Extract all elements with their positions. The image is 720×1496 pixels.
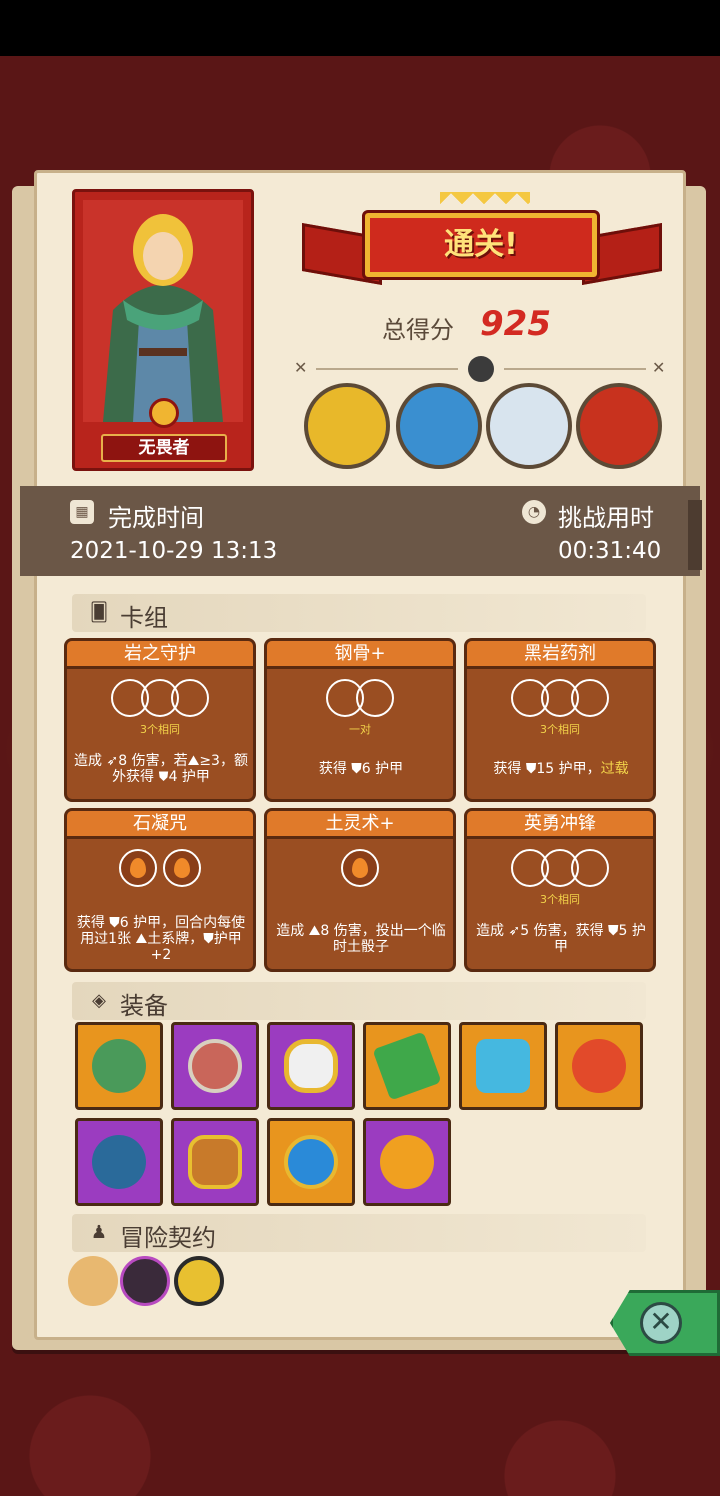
score-label: 总得分 — [382, 316, 454, 344]
card-condition: 一对 — [349, 723, 371, 736]
card-title: 石凝咒 — [67, 811, 253, 839]
complete-time-value: 2021-10-29 13:13 — [70, 538, 278, 564]
box-icon: ◈ — [92, 990, 106, 1011]
divider-left — [316, 368, 458, 370]
dice-slots — [67, 679, 253, 719]
dice-slots — [267, 679, 453, 719]
deck-card[interactable]: 英勇冲锋 3个相同 造成 ➶5 伤害，获得 ⛊5 护甲 — [464, 808, 656, 972]
card-description: 获得 ⛊15 护甲，过载 — [473, 761, 649, 777]
hero-portrait — [83, 200, 243, 422]
card-description-main: 获得 ⛊15 护甲， — [493, 761, 601, 777]
card-description: 获得 ⛊6 护甲 — [318, 761, 404, 777]
campfire-icon[interactable] — [120, 1256, 170, 1306]
card-description: 造成 ⛰8 伤害，投出一个临时土骰子 — [276, 923, 446, 955]
cards-icon: 🂠 — [89, 602, 109, 623]
equipment-slot[interactable] — [267, 1118, 355, 1206]
card-condition: 3个相同 — [140, 723, 180, 736]
dice-slots — [467, 849, 653, 889]
status-bar — [0, 0, 720, 56]
calendar-icon: ▦ — [70, 500, 94, 524]
card-condition: 3个相同 — [540, 723, 580, 736]
deck-card[interactable]: 黑岩药剂 3个相同 获得 ⛊15 护甲，过载 — [464, 638, 656, 802]
card-title: 英勇冲锋 — [467, 811, 653, 839]
time-bar-edge — [688, 500, 702, 570]
card-title: 岩之守护 — [67, 641, 253, 669]
ice-crest-icon — [476, 1039, 530, 1093]
dice-slots — [467, 679, 653, 719]
hero-art-icon — [103, 214, 223, 422]
crossed-swords-icon: ✕ — [294, 358, 308, 377]
mask-helm-icon — [92, 1135, 146, 1189]
equipment-slot[interactable] — [459, 1022, 547, 1110]
equipment-slot[interactable] — [171, 1022, 259, 1110]
fire-gem-icon — [380, 1135, 434, 1189]
boss-portrait-beast[interactable] — [486, 383, 572, 469]
boss-portrait-king[interactable] — [396, 383, 482, 469]
round-shield-icon — [188, 1039, 242, 1093]
victory-banner: 通关! — [362, 210, 600, 280]
card-title: 土灵术+ — [267, 811, 453, 839]
close-button[interactable]: ✕ — [640, 1302, 682, 1344]
deck-title: 卡组 — [120, 604, 168, 632]
card-title: 黑岩药剂 — [467, 641, 653, 669]
contract-icon: ♟ — [90, 1222, 108, 1243]
close-icon: ✕ — [649, 1305, 673, 1338]
equipment-slot[interactable] — [555, 1022, 643, 1110]
moss-stone-icon — [372, 1031, 442, 1101]
turtle-shell-icon — [92, 1039, 146, 1093]
crossed-swords-icon: ✕ — [652, 358, 666, 377]
meat-leg-icon — [572, 1039, 626, 1093]
dice-slots — [267, 849, 453, 889]
challenge-time-value: 00:31:40 — [558, 538, 662, 564]
deck-card[interactable]: 岩之守护 3个相同 造成 ➶8 伤害，若⛰≥3，额外获得 ⛊4 护甲 — [64, 638, 256, 802]
card-description: 造成 ➶8 伤害，若⛰≥3，额外获得 ⛊4 护甲 — [74, 753, 248, 785]
contracts-section-header: ♟ 冒险契约 — [72, 1214, 646, 1252]
deck-card[interactable]: 钢骨+ 一对 获得 ⛊6 护甲 — [264, 638, 456, 802]
boss-portrait-wizard[interactable] — [304, 383, 390, 469]
overload-keyword: 过载 — [600, 761, 629, 777]
divider-right — [504, 368, 646, 370]
card-title: 钢骨+ — [267, 641, 453, 669]
deck-section-header: 🂠 卡组 — [72, 594, 646, 632]
equipment-slot[interactable] — [363, 1118, 451, 1206]
hero-name: 无畏者 — [101, 434, 227, 462]
stopwatch-icon: ◔ — [522, 500, 546, 524]
deck-card[interactable]: 土灵术+ 造成 ⛰8 伤害，投出一个临时土骰子 — [264, 808, 456, 972]
complete-time-label: 完成时间 — [108, 504, 204, 532]
card-condition: 3个相同 — [540, 893, 580, 906]
equipment-section-header: ◈ 装备 — [72, 982, 646, 1020]
deck-card[interactable]: 石凝咒 获得 ⛊6 护甲，回合内每使用过1张 ⛰土系牌，⛊护甲+2 — [64, 808, 256, 972]
rune-amulet-icon — [188, 1135, 242, 1189]
mirror-icon — [284, 1039, 338, 1093]
water-orb-icon — [284, 1135, 338, 1189]
boss-portrait-demon[interactable] — [576, 383, 662, 469]
boss-skull-icon — [468, 356, 494, 382]
equipment-slot[interactable] — [75, 1118, 163, 1206]
equipment-slot[interactable] — [267, 1022, 355, 1110]
challenge-time-label: 挑战用时 — [558, 504, 654, 532]
card-description: 获得 ⛊6 护甲，回合内每使用过1张 ⛰土系牌，⛊护甲+2 — [76, 915, 246, 963]
equipment-slot[interactable] — [171, 1118, 259, 1206]
equipment-title: 装备 — [120, 992, 168, 1020]
gold-coin-icon[interactable] — [174, 1256, 224, 1306]
card-description: 造成 ➶5 伤害，获得 ⛊5 护甲 — [476, 923, 646, 955]
equipment-slot[interactable] — [363, 1022, 451, 1110]
dice-slots — [67, 849, 253, 889]
scroll-icon[interactable] — [68, 1256, 118, 1306]
equipment-slot[interactable] — [75, 1022, 163, 1110]
contracts-title: 冒险契约 — [120, 1224, 216, 1252]
hero-medal-icon — [149, 398, 179, 428]
score-value: 925 — [480, 304, 551, 344]
hero-card[interactable]: 无畏者 — [72, 189, 254, 471]
